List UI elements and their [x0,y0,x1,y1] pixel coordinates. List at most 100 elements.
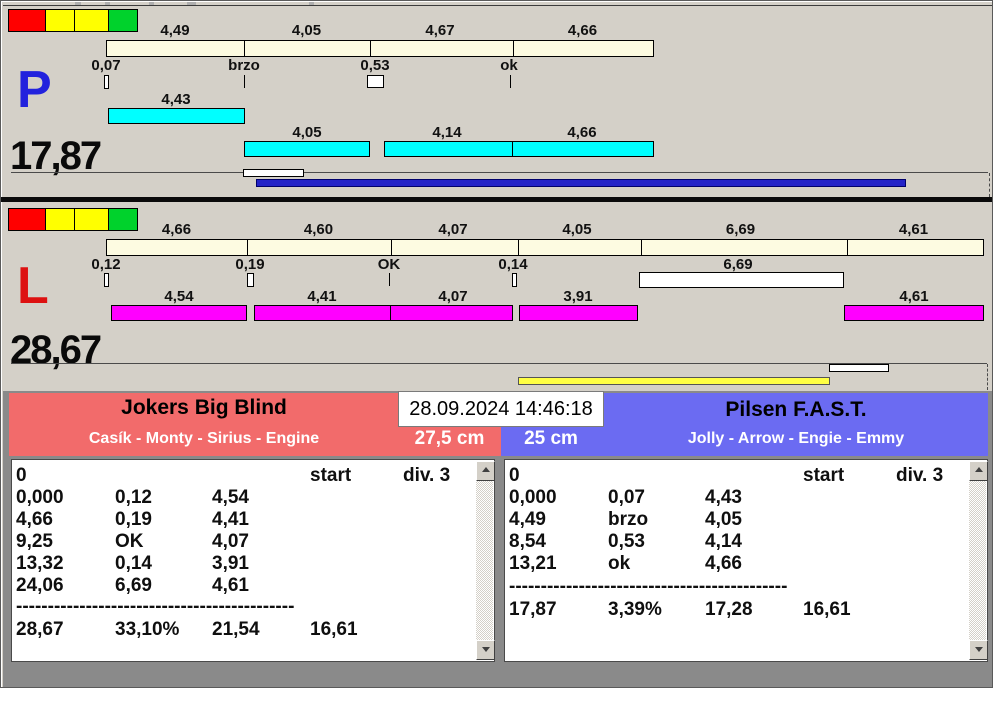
scroll-up-button[interactable] [969,461,988,481]
dog-bar-segment [255,306,391,320]
top-tick [75,2,81,5]
table-cell: 4,41 [212,509,249,530]
table-cell: 4,43 [705,487,742,508]
table-cell: 0,07 [608,487,645,508]
top-tick [187,2,196,5]
table-start-header: start [803,465,845,486]
table-cell: 0,000 [509,487,557,508]
p-split-bar [106,40,654,57]
table-cell: 4,66 [16,509,53,530]
top-tick [105,2,110,5]
split-segment [392,240,519,255]
light-yellow [46,209,75,230]
dog-time-label: 4,05 [292,124,322,141]
l-dog-bar-4 [519,305,638,321]
penalty-marker-box [247,273,254,287]
table-cell: 4,66 [705,553,742,574]
l-dashed-edge [987,364,988,390]
table-total: 3,39% [608,599,662,620]
right-table-scrollbar[interactable] [969,461,988,660]
table-total: 17,87 [509,599,557,620]
table-separator: ----------------------------------------… [509,577,788,597]
table-cell: 13,32 [16,553,64,574]
l-white-bar [639,272,844,288]
table-total: 28,67 [16,619,64,640]
p-dog-bar-1 [108,108,245,124]
l-dog-bar-1 [111,305,247,321]
right-category-label: 25 cm [524,428,578,449]
table-cell: 24,06 [16,575,64,596]
l-split-labels: 4,66 4,60 4,07 4,05 6,69 4,61 [106,222,984,237]
table-cell: 0,12 [115,487,152,508]
left-table-scrollbar[interactable] [476,461,495,660]
split-time-label: 4,66 [161,221,192,238]
table-total: 21,54 [212,619,260,640]
arrow-down-icon [481,647,490,652]
left-results-table[interactable]: 0 start div. 3 0,000 0,12 4,54 4,66 0,19… [11,459,495,662]
table-cell: 4,54 [212,487,249,508]
table-zero: 0 [509,465,520,486]
dog-time-label: 4,41 [307,288,337,305]
table-cell: 0,14 [115,553,152,574]
penalty-label: 0,12 [91,256,121,273]
table-division-header: div. 3 [403,465,451,486]
penalty-marker-tick [510,75,511,88]
dog-bar-segment [513,142,653,156]
dog-time-label: 4,66 [567,124,597,141]
light-yellow [75,209,109,230]
white-bar-label: 6,69 [723,256,753,273]
table-cell: 8,54 [509,531,546,552]
split-segment [642,240,848,255]
dog-time-label: 3,91 [563,288,593,305]
split-time-label: 4,67 [425,22,455,39]
l-pass-marker-bar [829,364,889,372]
split-segment [245,41,371,56]
table-start-header: start [310,465,352,486]
table-cell: OK [115,531,144,552]
split-segment [519,240,642,255]
top-tick [309,2,314,5]
table-cell: 0,53 [608,531,645,552]
table-cell: 0,19 [115,509,152,530]
split-segment [514,41,653,56]
p-dog-bar-2 [244,141,370,157]
table-total: 17,28 [705,599,753,620]
dog-bar-segment [385,142,513,156]
right-team-dogs: Jolly - Arrow - Engie - Emmy [687,430,905,447]
p-dog-bar-3-4 [384,141,654,157]
p-progress-bar-blue [256,179,906,187]
table-cell: 3,91 [212,553,249,574]
table-cell: 13,21 [509,553,557,574]
lane-letter-p: P [17,61,52,119]
dog-bar-segment [391,306,512,320]
scroll-down-button[interactable] [476,640,495,660]
table-separator: ----------------------------------------… [16,597,295,617]
scroll-up-button[interactable] [476,461,495,481]
arrow-down-icon [974,647,983,652]
p-separator-line [11,172,988,173]
table-cell: 9,25 [16,531,53,552]
table-cell: 4,49 [509,509,546,530]
penalty-marker-box [367,75,384,88]
table-cell: 4,14 [705,531,742,552]
split-time-label: 4,05 [291,22,322,39]
table-cell: 4,61 [212,575,249,596]
dog-time-label: 4,61 [899,288,929,305]
light-yellow [75,10,109,31]
split-time-label: 6,69 [725,221,756,238]
app-window: 4,49 4,05 4,67 4,66 0,07 brzo 0,53 ok 4,… [0,0,993,688]
split-segment [107,41,245,56]
light-yellow [46,10,75,31]
right-results-table[interactable]: 0 start div. 3 0,000 0,07 4,43 4,49 brzo… [504,459,988,662]
table-zero: 0 [16,465,27,486]
scoreboard-section: Jokers Big Blind Casík - Monty - Sirius … [3,391,992,687]
l-dog-bar-5 [844,305,984,321]
lane-total-p: 17,87 [10,134,102,178]
table-cell: 6,69 [115,575,152,596]
top-border-line [3,5,992,6]
scroll-down-button[interactable] [969,640,988,660]
split-time-label: 4,66 [567,22,598,39]
split-time-label: 4,60 [303,221,334,238]
penalty-label: ok [500,57,518,74]
top-tick [149,2,154,5]
